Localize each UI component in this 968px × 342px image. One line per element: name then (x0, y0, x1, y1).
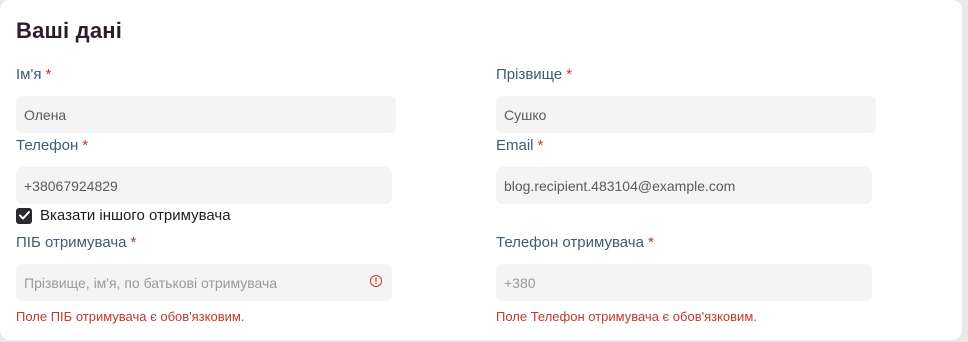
recipient-name-input[interactable] (24, 264, 392, 301)
phone-label-text: Телефон (16, 137, 79, 154)
alert-circle-icon: ! (370, 275, 382, 287)
recipient-name-error: Поле ПІБ отримувача є обов'язковим. (16, 309, 245, 324)
required-mark: * (130, 234, 137, 251)
section-title: Ваші дані (16, 18, 123, 43)
recipient-phone-label-text: Телефон отримувача (496, 234, 644, 251)
last-name-field[interactable] (496, 96, 876, 133)
email-field[interactable] (496, 167, 872, 204)
recipient-phone-field[interactable] (496, 264, 872, 301)
recipient-phone-input[interactable] (504, 264, 872, 301)
required-mark: * (566, 66, 573, 83)
email-input[interactable] (504, 167, 872, 204)
first-name-label-text: Ім'я (16, 66, 42, 83)
first-name-input[interactable] (24, 96, 396, 133)
phone-field[interactable] (16, 167, 392, 204)
recipient-phone-error: Поле Телефон отримувача є обов'язковим. (496, 309, 757, 324)
recipient-name-label-text: ПІБ отримувача (16, 234, 127, 251)
last-name-label: Прізвище * (496, 66, 572, 83)
first-name-field[interactable] (16, 96, 396, 133)
last-name-input[interactable] (504, 96, 876, 133)
last-name-label-text: Прізвище (496, 66, 563, 83)
other-recipient-checkbox[interactable] (16, 207, 32, 224)
recipient-phone-label: Телефон отримувача * (496, 234, 654, 251)
phone-input[interactable] (24, 167, 392, 204)
first-name-label: Ім'я * (16, 66, 51, 83)
checkmark-icon (18, 211, 30, 220)
email-label: Email * (496, 137, 543, 154)
recipient-name-label: ПІБ отримувача * (16, 234, 136, 251)
email-label-text: Email (496, 137, 534, 154)
required-mark: * (647, 234, 654, 251)
phone-label: Телефон * (16, 137, 88, 154)
required-mark: * (82, 137, 89, 154)
other-recipient-toggle[interactable]: Вказати іншого отримувача (16, 207, 231, 224)
your-data-card: Ваші дані Ім'я* Прізвище* Телефон* Email… (0, 0, 962, 340)
other-recipient-label: Вказати іншого отримувача (40, 207, 231, 224)
required-mark: * (45, 66, 52, 83)
required-mark: * (537, 137, 544, 154)
recipient-name-field[interactable]: ! (16, 264, 392, 301)
